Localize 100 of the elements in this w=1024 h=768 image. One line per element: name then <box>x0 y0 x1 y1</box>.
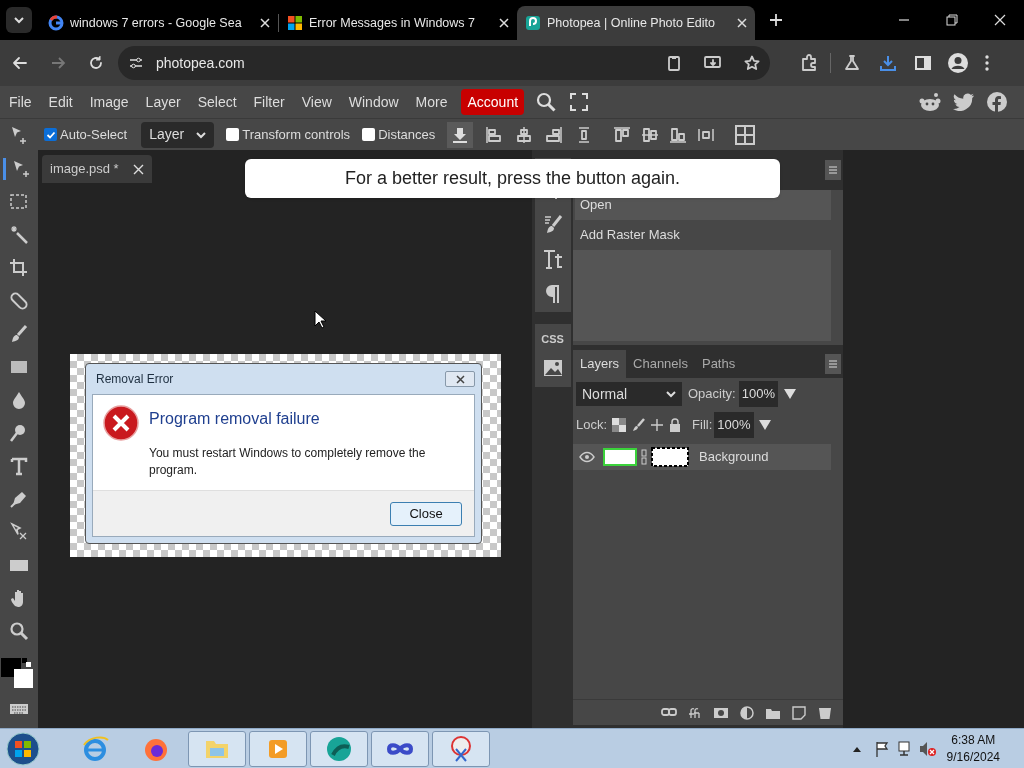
star-icon[interactable] <box>744 55 760 71</box>
reload-icon[interactable] <box>88 55 104 71</box>
restore-icon[interactable] <box>946 14 958 26</box>
dialog-title: Removal Error <box>96 371 175 388</box>
menu-item[interactable]: Window <box>342 89 405 115</box>
panel-tab[interactable]: Layers <box>573 350 627 378</box>
flag-icon[interactable] <box>874 740 889 757</box>
padlock-icon[interactable] <box>669 418 682 432</box>
download-icon[interactable] <box>879 54 897 72</box>
menu-item[interactable]: Filter <box>247 89 291 115</box>
browser-tab[interactable]: Photopea | Online Photo Edito <box>517 6 755 40</box>
move-arrows-icon[interactable] <box>650 418 665 432</box>
fill-field[interactable]: 100% <box>714 412 754 438</box>
menu-item[interactable]: Layer <box>139 89 187 115</box>
checkbox[interactable] <box>362 128 376 141</box>
align-icon[interactable] <box>613 125 632 144</box>
fullscreen-icon[interactable] <box>570 93 589 111</box>
panel-tab[interactable]: Channels <box>626 350 695 378</box>
panel-menu-icon[interactable] <box>825 354 841 374</box>
menu-item[interactable]: File <box>3 89 38 115</box>
menu-item[interactable]: Image <box>83 89 135 115</box>
keyboard-icon[interactable] <box>9 702 29 716</box>
network-icon[interactable] <box>896 740 913 757</box>
extensions-puzzle-icon[interactable] <box>800 54 818 72</box>
menu-item[interactable]: More <box>409 89 454 115</box>
menu-item[interactable]: Edit <box>42 89 79 115</box>
bird-icon[interactable] <box>953 93 975 111</box>
checkbox[interactable] <box>226 128 240 141</box>
document-tab[interactable]: image.psd * <box>42 155 152 183</box>
blend-mode-dropdown[interactable]: Normal <box>576 382 682 406</box>
new-layer-icon[interactable] <box>791 704 807 721</box>
opacity-field[interactable]: 100% <box>738 381 778 407</box>
panel-menu-icon[interactable] <box>825 160 841 180</box>
path-select-icon[interactable] <box>9 522 29 542</box>
checkbox-label: Auto-Select <box>60 125 128 144</box>
close-button[interactable]: Close <box>390 501 462 526</box>
image-icon[interactable] <box>542 359 563 377</box>
profile-avatar-icon[interactable] <box>947 52 969 74</box>
zoom-icon[interactable] <box>9 621 29 641</box>
color-swatches-icon[interactable] <box>0 657 34 689</box>
download-button[interactable] <box>447 121 474 148</box>
panel-tab[interactable]: Paths <box>694 350 743 378</box>
site-settings-icon[interactable] <box>128 55 144 71</box>
taskbar-app-button[interactable] <box>371 730 429 767</box>
speaker-muted-icon[interactable] <box>918 740 937 757</box>
plus-icon[interactable] <box>769 13 783 27</box>
caret-up-icon[interactable] <box>852 745 861 752</box>
back-arrow-icon[interactable] <box>12 55 28 71</box>
brush-icon[interactable] <box>9 324 29 344</box>
pilcrow-icon[interactable] <box>543 284 562 304</box>
taskbar-app-button[interactable] <box>432 730 490 767</box>
kebab-menu-icon[interactable] <box>985 55 989 71</box>
pen-icon[interactable] <box>9 489 29 509</box>
eye-icon[interactable] <box>579 451 595 463</box>
close-icon[interactable] <box>499 18 509 28</box>
magic-wand-icon[interactable] <box>9 225 29 245</box>
triangle-down-icon[interactable] <box>783 389 796 399</box>
dialog-close-button[interactable] <box>445 371 475 387</box>
triangle-down-icon[interactable] <box>758 420 771 430</box>
tab-list-button[interactable] <box>6 7 32 33</box>
taskbar-app-button[interactable] <box>310 730 368 767</box>
start-orb-icon[interactable] <box>6 731 40 766</box>
facebook-f-icon[interactable] <box>987 92 1007 112</box>
grid-icon[interactable] <box>735 124 756 145</box>
bandage-icon[interactable] <box>9 291 29 311</box>
chevron-down-icon <box>666 390 676 398</box>
install-app-icon[interactable] <box>704 55 722 71</box>
crop-icon[interactable] <box>9 258 29 278</box>
align-icon[interactable] <box>515 125 534 144</box>
align-icon[interactable] <box>545 125 564 144</box>
css-label[interactable]: CSS <box>541 334 564 345</box>
flask-icon[interactable] <box>843 54 861 72</box>
close-icon[interactable] <box>737 18 747 28</box>
marquee-icon[interactable] <box>9 192 29 212</box>
history-item[interactable]: Add Raster Mask <box>575 220 831 250</box>
address-bar[interactable]: photopea.com <box>118 46 770 80</box>
align-icon[interactable] <box>669 125 688 144</box>
layer-dropdown[interactable]: Layer <box>141 121 215 148</box>
close-icon[interactable] <box>260 18 270 28</box>
reddit-alien-icon[interactable] <box>919 92 941 112</box>
brush-icon[interactable] <box>631 418 646 432</box>
layer-thumbnail-icon <box>603 448 637 466</box>
align-icon[interactable] <box>485 125 504 144</box>
character-tt-icon[interactable] <box>541 248 564 270</box>
dialog-message: You must restart Windows to completely remove the program. <box>149 445 427 479</box>
checker-lock-icon[interactable] <box>612 418 627 432</box>
clipboard-icon[interactable] <box>666 55 682 71</box>
menu-item[interactable]: Account <box>461 89 525 115</box>
close-icon[interactable] <box>132 163 144 175</box>
checkbox[interactable] <box>44 128 57 141</box>
layer-row[interactable]: Background <box>573 444 831 470</box>
side-panel-icon[interactable] <box>915 55 931 71</box>
type-tool-icon[interactable] <box>9 456 29 476</box>
menu-item[interactable]: View <box>295 89 338 115</box>
half-circle-icon[interactable] <box>739 704 755 721</box>
brush-icon[interactable] <box>542 214 563 234</box>
search-icon[interactable] <box>536 92 557 112</box>
menu-item[interactable]: Select <box>191 89 243 115</box>
close-icon[interactable] <box>994 14 1006 26</box>
align-icon[interactable] <box>641 125 660 144</box>
